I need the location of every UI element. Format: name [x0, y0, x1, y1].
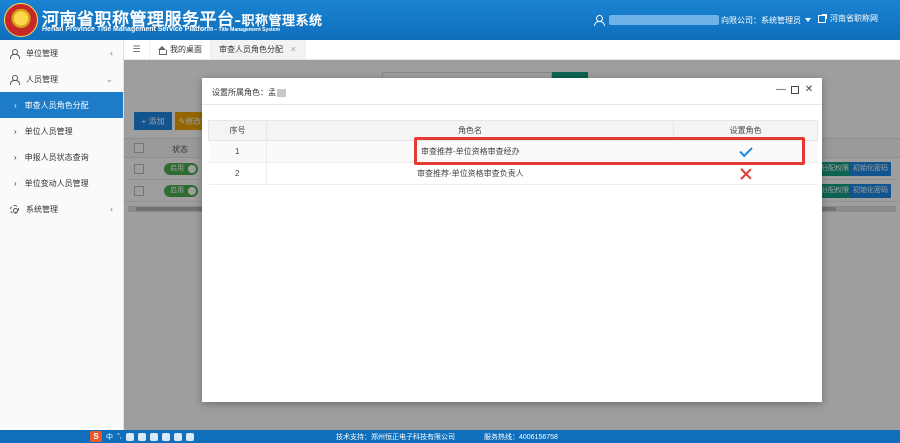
row-role-name: 审查推荐-单位资格审查负责人 — [266, 162, 674, 185]
top-header: 河南省职称管理服务平台–职称管理系统 Henan Province Title … — [0, 0, 900, 40]
user-icon — [594, 15, 605, 26]
sidebar-item-unit-personnel[interactable]: › 单位人员管理 — [0, 118, 123, 144]
close-icon[interactable]: ✕ — [290, 45, 297, 54]
column-index: 序号 — [208, 120, 267, 141]
sidebar-item-label: 单位人员管理 — [24, 126, 73, 136]
tab-label: 审查人员角色分配 — [219, 45, 283, 54]
sidebar-item-label: 系统管理 — [26, 204, 58, 214]
ime-punctuation-icon[interactable]: °, — [117, 433, 122, 440]
role-assignment-dialog: 设置所属角色：孟 — ✕ 序号 角色名 设置角色 1 审查推荐-单位资格审查经办… — [202, 78, 822, 402]
external-link-icon — [818, 13, 827, 23]
chevron-right-icon: › — [14, 126, 17, 136]
platform-title-en-main: Henan Province Title Management Service … — [42, 26, 214, 33]
home-icon — [158, 45, 167, 55]
ime-toolbar[interactable]: S 中 °, — [90, 431, 194, 442]
sidebar-item-system-management[interactable]: 系统管理 ‹ — [0, 196, 123, 222]
user-icon — [10, 74, 20, 85]
tab-label: 我的桌面 — [170, 45, 202, 54]
close-icon[interactable]: ✕ — [803, 84, 815, 95]
user-role-label: 向限公司：系统管理员 — [721, 15, 801, 25]
platform-title-en-sub: – Title Management System — [213, 27, 280, 33]
sidebar-item-unit-change-personnel[interactable]: › 单位变动人员管理 — [0, 170, 123, 196]
platform-title-en: Henan Province Title Management Service … — [42, 26, 280, 33]
tab-bar: ☰ 我的桌面 审查人员角色分配 ✕ — [124, 40, 900, 60]
microphone-icon[interactable] — [137, 432, 146, 441]
sidebar-item-unit-management[interactable]: 单位管理 ‹ — [0, 40, 123, 66]
keyboard-icon[interactable] — [149, 432, 158, 441]
row-index: 2 — [208, 162, 267, 185]
menu-toggle-icon[interactable]: ☰ — [124, 40, 150, 59]
minimize-icon[interactable]: — — [775, 84, 787, 95]
sidebar: 单位管理 ‹ 人员管理 ⌄ › 审查人员角色分配 › 单位人员管理 › 申报人员… — [0, 40, 124, 430]
table-row: 2 审查推荐-单位资格审查负责人 — [208, 162, 818, 185]
tab-reviewer-role-assignment[interactable]: 审查人员角色分配 ✕ — [211, 40, 306, 59]
dialog-header: 设置所属角色：孟 — ✕ — [202, 78, 822, 105]
sidebar-item-personnel-management[interactable]: 人员管理 ⌄ — [0, 66, 123, 92]
chevron-right-icon: › — [14, 178, 17, 188]
sidebar-item-label: 审查人员角色分配 — [24, 100, 89, 110]
user-name-redacted — [609, 15, 719, 25]
chevron-down-icon: ⌄ — [105, 74, 113, 84]
role-unassigned-cell[interactable] — [673, 162, 818, 185]
sogou-ime-icon[interactable]: S — [90, 431, 102, 442]
chevron-left-icon: ‹ — [110, 204, 113, 214]
chevron-right-icon: › — [14, 152, 17, 162]
chevron-right-icon: › — [14, 100, 17, 110]
ime-chinese-mode[interactable]: 中 — [106, 432, 113, 442]
chevron-down-icon — [805, 18, 811, 22]
emoji-icon[interactable] — [125, 432, 134, 441]
name-redacted — [277, 88, 286, 97]
dialog-title-text: 设置所属角色：孟 — [212, 88, 276, 97]
user-icon — [10, 48, 20, 59]
tech-support-text: 技术支持：郑州恒正电子科技有限公司 — [336, 434, 455, 441]
portal-link-label: 河南省职称网 — [830, 14, 878, 23]
skin-icon[interactable] — [173, 432, 182, 441]
highlight-annotation-box — [414, 137, 805, 165]
service-hotline-text: 服务热线：4006156758 — [484, 434, 558, 441]
portal-link[interactable]: 河南省职称网 — [818, 13, 878, 24]
sidebar-item-applicant-status[interactable]: › 申报人员状态查询 — [0, 144, 123, 170]
maximize-icon[interactable] — [789, 84, 801, 97]
sidebar-item-label: 人员管理 — [26, 74, 58, 84]
footer: S 中 °, 技术支持：郑州恒正电子科技有限公司 服务热线：4006156758 — [0, 430, 900, 443]
tab-my-desktop[interactable]: 我的桌面 — [150, 40, 211, 59]
user-menu[interactable]: 向限公司：系统管理员 — [594, 13, 811, 27]
toolbox-icon[interactable] — [185, 432, 194, 441]
sidebar-item-label: 申报人员状态查询 — [24, 152, 89, 162]
sidebar-item-label: 单位变动人员管理 — [24, 178, 89, 188]
sidebar-item-reviewer-role-assignment[interactable]: › 审查人员角色分配 — [0, 92, 123, 118]
national-emblem-logo — [4, 3, 38, 37]
gear-icon — [10, 204, 19, 214]
row-index: 1 — [208, 140, 267, 163]
user-icon[interactable] — [161, 432, 170, 441]
dialog-title: 设置所属角色：孟 — [212, 87, 286, 98]
chevron-left-icon: ‹ — [110, 48, 113, 58]
cross-icon[interactable] — [740, 168, 752, 180]
sidebar-item-label: 单位管理 — [26, 48, 58, 58]
